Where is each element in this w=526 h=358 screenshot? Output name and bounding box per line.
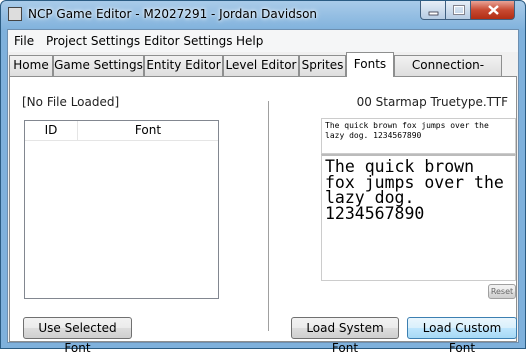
menu-bar: File Project Settings Editor Settings He… xyxy=(8,30,518,52)
close-button[interactable] xyxy=(470,1,515,20)
menu-editor-settings[interactable]: Editor Settings xyxy=(144,34,233,48)
tab-level-editor[interactable]: Level Editor xyxy=(223,55,299,76)
tab-game-settings[interactable]: Game Settings xyxy=(53,55,144,76)
font-preview-large: The quick brown fox jumps over the lazy … xyxy=(321,154,516,281)
app-icon xyxy=(8,7,22,21)
column-header-id[interactable]: ID xyxy=(25,121,78,141)
tab-strip: Home Game Settings Entity Editor Level E… xyxy=(8,52,518,91)
menu-project-settings[interactable]: Project Settings xyxy=(46,34,140,48)
column-header-font[interactable]: Font xyxy=(78,121,218,141)
fonts-tab-panel: [No File Loaded] ID Font Use Selected Fo… xyxy=(9,76,517,355)
maximize-icon xyxy=(453,5,465,15)
menu-file[interactable]: File xyxy=(14,34,34,48)
reset-button[interactable]: Reset xyxy=(488,284,516,299)
menu-help[interactable]: Help xyxy=(236,34,263,48)
font-list[interactable]: ID Font xyxy=(24,120,219,299)
title-bar[interactable]: NCP Game Editor - M2027291 - Jordan Davi… xyxy=(1,1,525,29)
close-icon xyxy=(488,5,499,15)
tab-connection-move[interactable]: Connection-MOVE xyxy=(394,55,502,91)
load-system-font-button[interactable]: Load System Font xyxy=(291,317,399,355)
app-window: NCP Game Editor - M2027291 - Jordan Davi… xyxy=(0,0,526,355)
selected-font-file-label: 00 Starmap Truetype.TTF xyxy=(356,95,508,109)
minimize-icon xyxy=(428,11,439,16)
minimize-button[interactable] xyxy=(420,1,446,20)
client-area: File Project Settings Editor Settings He… xyxy=(7,29,519,355)
font-preview-small: The quick brown fox jumps over the lazy … xyxy=(321,118,516,154)
panel-divider xyxy=(268,101,269,331)
tab-home[interactable]: Home xyxy=(9,55,53,76)
tab-sprites[interactable]: Sprites xyxy=(299,55,346,76)
tab-entity-editor[interactable]: Entity Editor xyxy=(144,55,223,76)
load-custom-font-button[interactable]: Load Custom Font xyxy=(407,317,517,355)
tab-fonts[interactable]: Fonts xyxy=(346,52,394,77)
maximize-button[interactable] xyxy=(445,1,471,20)
file-status-label: [No File Loaded] xyxy=(22,95,120,109)
window-title: NCP Game Editor - M2027291 - Jordan Davi… xyxy=(28,7,318,21)
use-selected-font-button[interactable]: Use Selected Font xyxy=(23,317,132,355)
